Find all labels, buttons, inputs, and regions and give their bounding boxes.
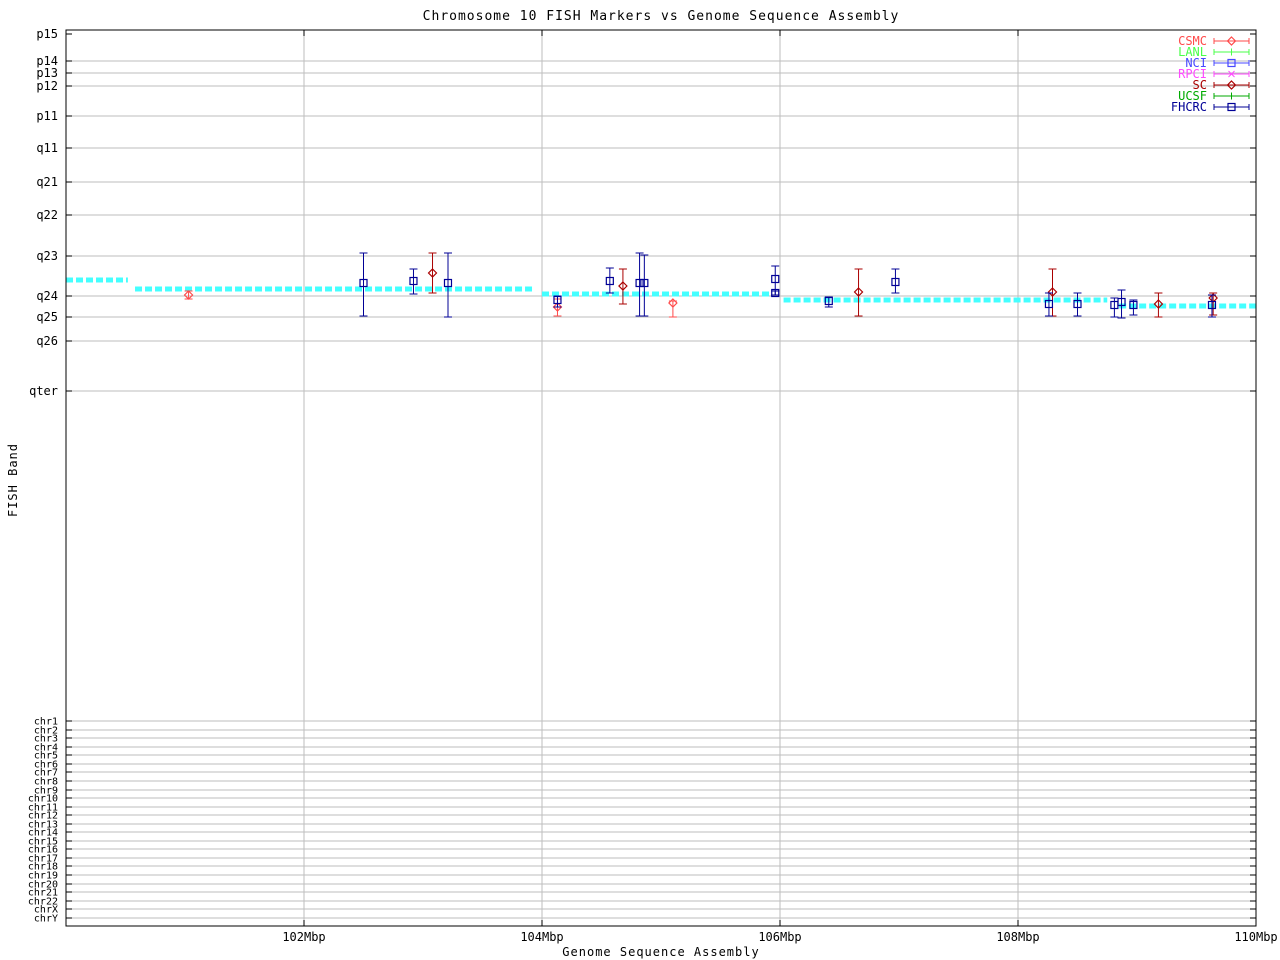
band-tick-label: p15 (36, 27, 58, 41)
band-tick-label: q21 (36, 175, 58, 189)
x-tick-label: 108Mbp (996, 930, 1039, 944)
chr-tick-label: chrY (34, 914, 58, 925)
band-tick-label: q22 (36, 208, 58, 222)
band-tick-label: p13 (36, 66, 58, 80)
band-tick-label: p11 (36, 109, 58, 123)
band-tick-label: q23 (36, 249, 58, 263)
plot-area: 102Mbp 104Mbp 106Mbp 108Mbp 110Mbpp15p14p13p… (28, 27, 1278, 944)
x-axis-label: Genome Sequence Assembly (562, 945, 760, 959)
x-tick-label: 110Mbp (1234, 930, 1277, 944)
band-tick-label: q26 (36, 334, 58, 348)
y-axis-label: FISH Band (6, 442, 20, 518)
band-tick-label: qter (29, 384, 58, 398)
x-tick-label: 106Mbp (758, 930, 801, 944)
band-tick-label: q25 (36, 310, 58, 324)
band-tick-label: p12 (36, 79, 58, 93)
legend-label: FHCRC (1171, 100, 1207, 114)
x-tick-label: 102Mbp (282, 930, 325, 944)
band-tick-label: q11 (36, 141, 58, 155)
chart-title: Chromosome 10 FISH Markers vs Genome Seq… (422, 9, 900, 24)
band-tick-label: q24 (36, 289, 58, 303)
fish-marker-chart: 102Mbp 104Mbp 106Mbp 108Mbp 110Mbp p15 p14 p13 p… (0, 0, 1280, 960)
x-tick-label: 104Mbp (520, 930, 563, 944)
plot-border (65, 29, 1257, 927)
